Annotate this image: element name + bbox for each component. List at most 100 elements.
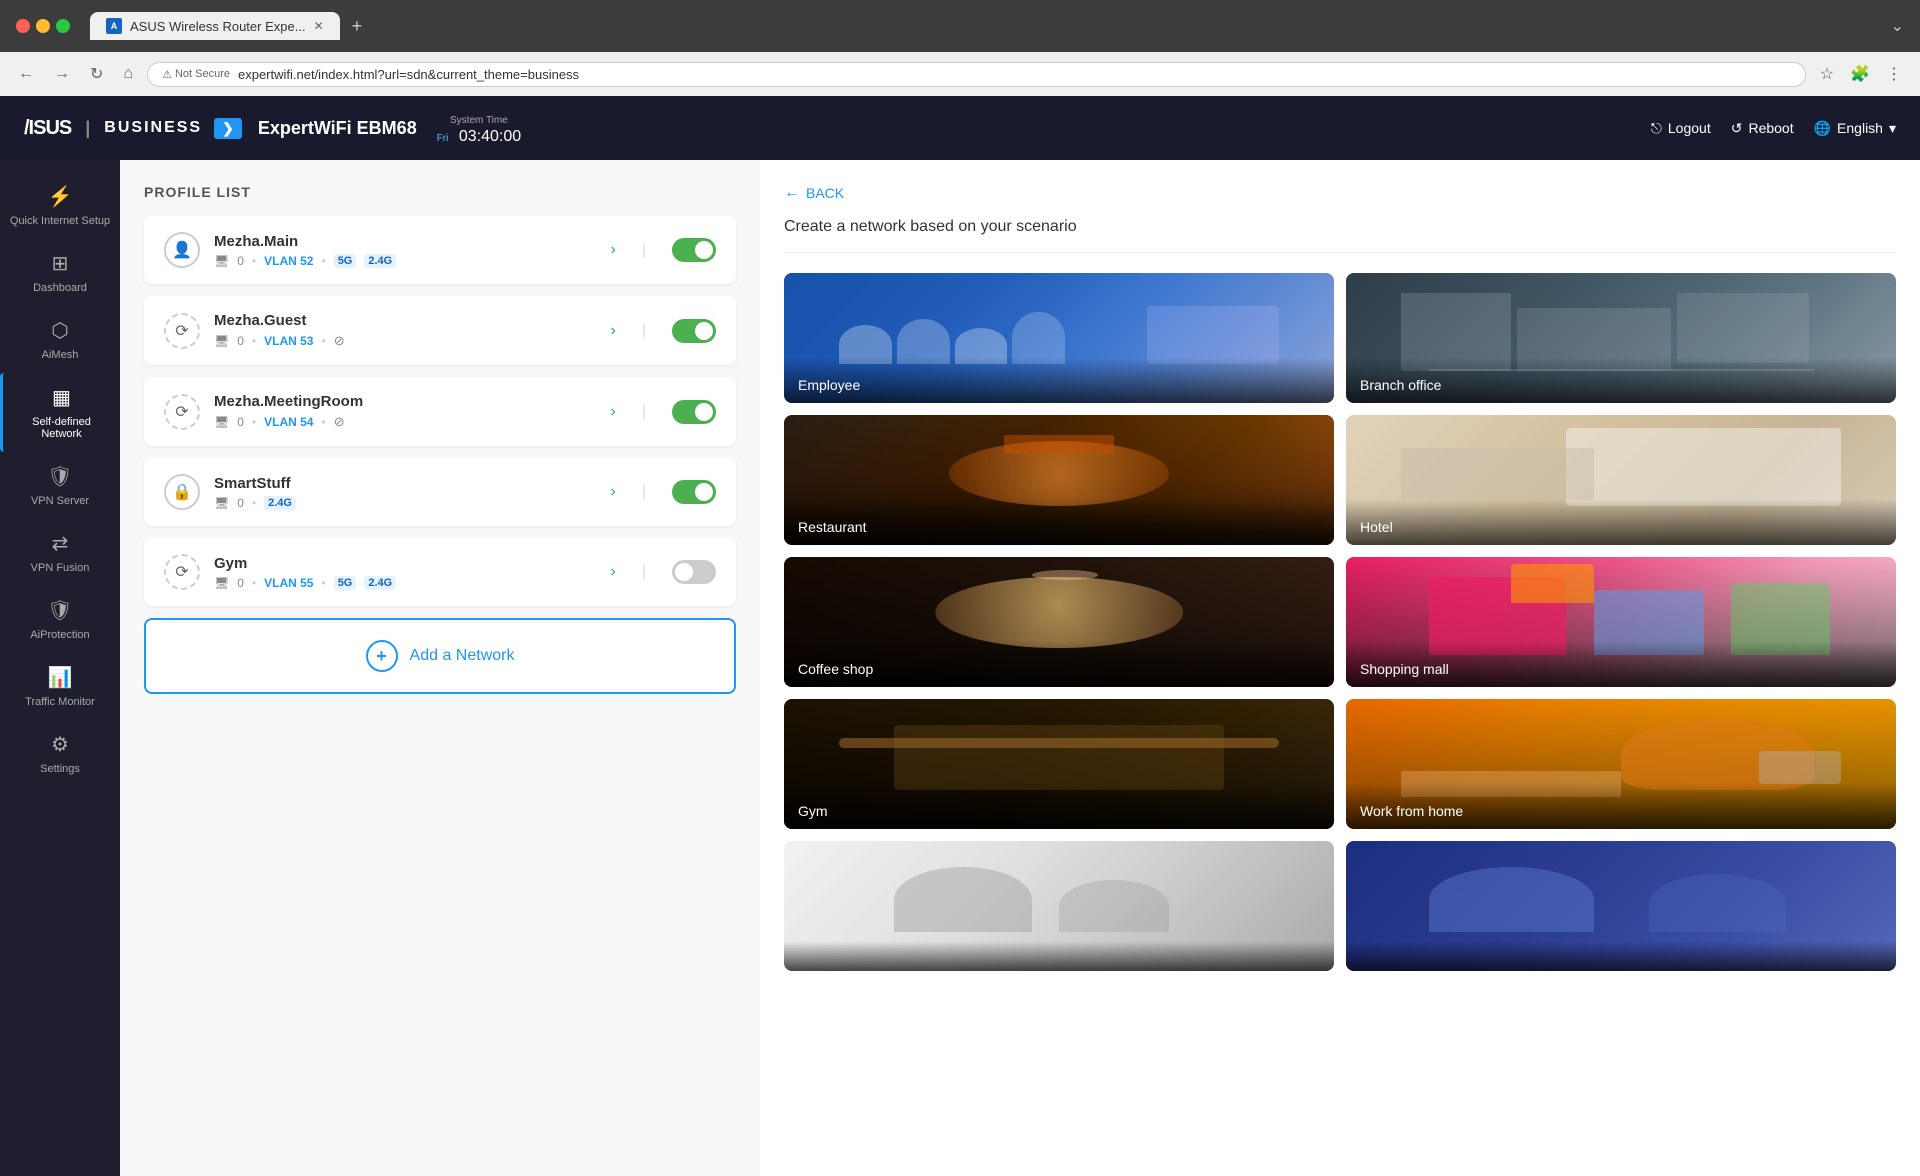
maximize-traffic-light[interactable] [56, 19, 70, 33]
bookmark-button[interactable]: ☆ [1814, 60, 1840, 88]
sidebar-item-label: Settings [40, 763, 80, 775]
scenario-label-hotel: Hotel [1346, 499, 1896, 545]
network-card-mezha-main: 👤 Mezha.Main 🖥 0 • VLAN 52 • 5G 2.4G [144, 216, 736, 284]
settings-icon: ⚙ [51, 732, 69, 757]
close-traffic-light[interactable] [16, 19, 30, 33]
add-network-button[interactable]: + Add a Network [144, 618, 736, 694]
reboot-label: Reboot [1748, 120, 1793, 136]
back-arrow-icon: ← [784, 184, 800, 202]
network-toggle-smartstuff[interactable] [672, 480, 716, 504]
device-icon: 🖥 [214, 334, 229, 348]
network-info-mezha-main: Mezha.Main 🖥 0 • VLAN 52 • 5G 2.4G [214, 233, 597, 268]
expand-icon[interactable]: › [611, 241, 616, 259]
back-button[interactable]: ← [12, 61, 40, 87]
band-24g: 2.4G [264, 496, 296, 510]
network-meta-mezha-guest: 🖥 0 • VLAN 53 • ⊘ [214, 333, 597, 349]
sidebar-item-vpn-server[interactable]: 🛡 VPN Server [0, 452, 120, 519]
url-text: expertwifi.net/index.html?url=sdn&curren… [238, 67, 579, 82]
logout-label: Logout [1668, 120, 1711, 136]
address-bar[interactable]: ⚠ Not Secure expertwifi.net/index.html?u… [147, 62, 1806, 87]
aimesh-icon: ⬡ [51, 318, 68, 343]
add-icon: + [366, 640, 398, 672]
sidebar-item-settings[interactable]: ⚙ Settings [0, 720, 120, 787]
scenario-label-extra1 [784, 941, 1334, 971]
network-meta-mezha-meeting: 🖥 0 • VLAN 54 • ⊘ [214, 414, 597, 430]
network-card-smartstuff: 🔒 SmartStuff 🖥 0 • 2.4G › | [144, 458, 736, 526]
network-info-mezha-guest: Mezha.Guest 🖥 0 • VLAN 53 • ⊘ [214, 312, 597, 349]
band-5g: 5G [334, 576, 357, 590]
no-wifi-icon: ⊘ [334, 333, 345, 349]
expand-icon[interactable]: › [611, 322, 616, 340]
scenario-card-work-from-home[interactable]: Work from home [1346, 699, 1896, 829]
back-button[interactable]: ← BACK [784, 184, 844, 202]
router-name: ExpertWiFi EBM68 [258, 118, 417, 139]
logout-button[interactable]: ⎋ Logout [1651, 120, 1711, 137]
network-toggle-mezha-meeting[interactable] [672, 400, 716, 424]
network-icon-smartstuff: 🔒 [164, 474, 200, 510]
quick-internet-icon: ⚡ [48, 184, 73, 209]
scenario-card-hotel[interactable]: Hotel [1346, 415, 1896, 545]
sidebar-item-self-defined-network[interactable]: ▦ Self-defined Network [0, 373, 120, 452]
traffic-lights [16, 19, 70, 33]
network-icon-gym: ⟳ [164, 554, 200, 590]
scenario-card-branch-office[interactable]: Branch office [1346, 273, 1896, 403]
sidebar-item-label: VPN Server [31, 495, 89, 507]
device-count: 0 [237, 576, 244, 590]
network-info-smartstuff: SmartStuff 🖥 0 • 2.4G [214, 475, 597, 510]
tab-close-button[interactable]: ✕ [314, 19, 324, 33]
system-time-value: 03:40:00 [459, 128, 521, 145]
sidebar-item-dashboard[interactable]: ⊞ Dashboard [0, 239, 120, 306]
dashboard-icon: ⊞ [52, 251, 69, 276]
scenario-grid: Employee Branch office [784, 273, 1896, 971]
scenario-card-extra2[interactable] [1346, 841, 1896, 971]
reload-button[interactable]: ↻ [84, 60, 109, 88]
new-tab-button[interactable]: + [344, 12, 371, 41]
expand-icon[interactable]: › [611, 563, 616, 581]
security-badge: ⚠ Not Secure [162, 68, 230, 81]
system-time-label: System Time [450, 115, 508, 126]
network-name-smartstuff: SmartStuff [214, 475, 597, 492]
sidebar-item-aimesh[interactable]: ⬡ AiMesh [0, 306, 120, 373]
network-card-mezha-meeting: ⟳ Mezha.MeetingRoom 🖥 0 • VLAN 54 • ⊘ › [144, 377, 736, 446]
forward-button[interactable]: → [48, 61, 76, 87]
tab-bar: A ASUS Wireless Router Expe... ✕ + [90, 12, 1883, 41]
vpn-fusion-icon: ⇄ [52, 531, 69, 556]
sidebar-item-vpn-fusion[interactable]: ⇄ VPN Fusion [0, 519, 120, 586]
scenario-card-gym[interactable]: Gym [784, 699, 1334, 829]
extensions-button[interactable]: 🧩 [1844, 60, 1876, 88]
scenario-card-coffee-shop[interactable]: Coffee shop [784, 557, 1334, 687]
main-content: PROFILE LIST 👤 Mezha.Main 🖥 0 • VLAN 52 … [120, 160, 1920, 1176]
network-toggle-gym[interactable] [672, 560, 716, 584]
sidebar-item-quick-internet[interactable]: ⚡ Quick Internet Setup [0, 172, 120, 239]
system-time: System Time Fri 03:40:00 [437, 110, 521, 146]
more-button[interactable]: ⋮ [1880, 60, 1908, 88]
traffic-monitor-icon: 📊 [48, 665, 73, 690]
browser-navbar: ← → ↻ ⌂ ⚠ Not Secure expertwifi.net/inde… [0, 52, 1920, 96]
sidebar-item-aiprotection[interactable]: 🛡 AiProtection [0, 586, 120, 653]
tab-favicon: A [106, 18, 122, 34]
scenario-label-extra2 [1346, 941, 1896, 971]
network-info-gym: Gym 🖥 0 • VLAN 55 • 5G 2.4G [214, 555, 597, 590]
active-tab[interactable]: A ASUS Wireless Router Expe... ✕ [90, 12, 340, 40]
scenario-card-extra1[interactable] [784, 841, 1334, 971]
minimize-traffic-light[interactable] [36, 19, 50, 33]
device-count: 0 [237, 254, 244, 268]
scenario-card-employee[interactable]: Employee [784, 273, 1334, 403]
language-button[interactable]: 🌐 English ▾ [1814, 120, 1896, 137]
sidebar-item-traffic-monitor[interactable]: 📊 Traffic Monitor [0, 653, 120, 720]
nav-actions: ☆ 🧩 ⋮ [1814, 60, 1908, 88]
business-logo-text: BUSINESS [104, 119, 202, 137]
network-toggle-mezha-main[interactable] [672, 238, 716, 262]
scenario-card-shopping-mall[interactable]: Shopping mall [1346, 557, 1896, 687]
expand-icon[interactable]: › [611, 403, 616, 421]
network-toggle-mezha-guest[interactable] [672, 319, 716, 343]
expand-icon[interactable]: › [611, 483, 616, 501]
device-count: 0 [237, 415, 244, 429]
tab-dropdown-button[interactable]: ⌄ [1891, 16, 1904, 36]
vpn-server-icon: 🛡 [47, 464, 72, 489]
home-button[interactable]: ⌂ [117, 61, 139, 87]
sidebar: ⚡ Quick Internet Setup ⊞ Dashboard ⬡ AiM… [0, 160, 120, 1176]
reboot-button[interactable]: ↺ Reboot [1731, 120, 1794, 137]
scenario-card-restaurant[interactable]: Restaurant [784, 415, 1334, 545]
sidebar-item-label: Dashboard [33, 282, 87, 294]
